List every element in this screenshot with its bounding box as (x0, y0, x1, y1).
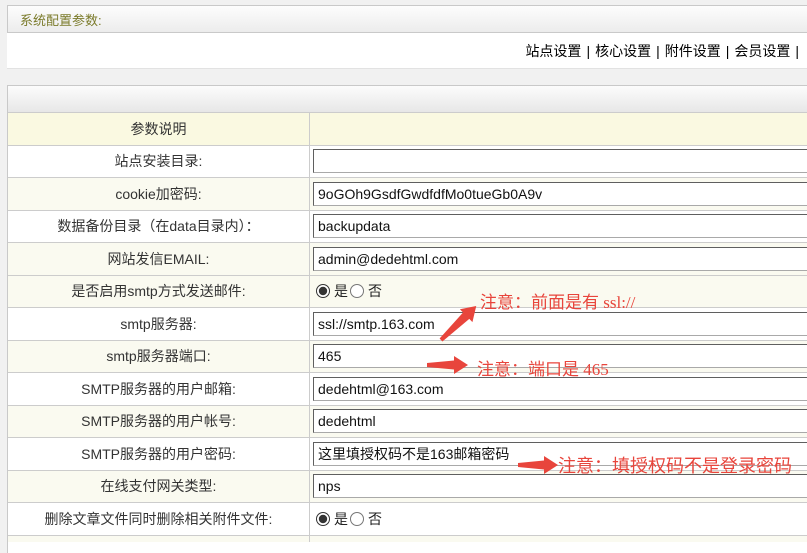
tab-core-settings[interactable]: 核心设置 (595, 41, 651, 61)
tab-separator: | (721, 43, 735, 59)
table-row-smtp-user-email: SMTP服务器的用户邮箱: (8, 373, 807, 406)
enable-smtp-radio-yes-label[interactable]: 是 (334, 281, 348, 301)
settings-tab-bar: 站点设置|核心设置|附件设置|会员设置| (7, 33, 807, 69)
delete-attachments-with-article-radio-yes-label[interactable]: 是 (334, 509, 348, 529)
smtp-user-account-input[interactable] (313, 409, 807, 433)
tab-site-settings[interactable]: 站点设置 (525, 41, 581, 61)
table-row-smtp-server: smtp服务器: (8, 308, 807, 341)
clipped-row (8, 536, 807, 542)
row-label-smtp-port: smtp服务器端口: (8, 341, 310, 374)
smtp-user-email-input[interactable] (313, 377, 807, 401)
config-table-body: 参数说明 站点安装目录:cookie加密码:数据备份目录（在data目录内）：网… (8, 113, 807, 542)
table-row-enable-smtp: 是否启用smtp方式发送邮件:是否 (8, 276, 807, 309)
backup-dir-input[interactable] (313, 214, 807, 238)
row-label-enable-smtp: 是否启用smtp方式发送邮件: (8, 276, 310, 309)
row-label-smtp-user-account: SMTP服务器的用户帐号: (8, 406, 310, 439)
table-header-label: 参数说明 (8, 113, 310, 146)
enable-smtp-radio-no-label[interactable]: 否 (368, 281, 382, 301)
table-row-payment-gateway-type: 在线支付网关类型: (8, 471, 807, 504)
table-row-smtp-port: smtp服务器端口: (8, 341, 807, 374)
row-value-smtp-user-account (310, 406, 807, 439)
enable-smtp-radio-no[interactable] (350, 284, 364, 298)
row-value-payment-gateway-type (310, 471, 807, 504)
row-label-smtp-user-email: SMTP服务器的用户邮箱: (8, 373, 310, 406)
tab-attachment-settings[interactable]: 附件设置 (665, 41, 721, 61)
row-value-delete-attachments-with-article: 是否 (310, 503, 807, 536)
page-title: 系统配置参数: (20, 10, 102, 29)
row-value-backup-dir (310, 211, 807, 244)
payment-gateway-type-input[interactable] (313, 474, 807, 498)
tab-separator: | (651, 43, 665, 59)
row-value-enable-smtp: 是否 (310, 276, 807, 309)
row-label-smtp-server: smtp服务器: (8, 308, 310, 341)
enable-smtp-radio-yes[interactable] (316, 284, 330, 298)
panel-header-strip (8, 86, 807, 113)
row-label-site-install-dir: 站点安装目录: (8, 146, 310, 179)
row-value-site-install-dir (310, 146, 807, 179)
clipped-row-value (310, 536, 807, 542)
table-header-value (310, 113, 807, 146)
delete-attachments-with-article-radio-no-label[interactable]: 否 (368, 509, 382, 529)
site-install-dir-input[interactable] (313, 149, 807, 173)
row-value-smtp-user-email (310, 373, 807, 406)
table-row-cookie-encrypt-code: cookie加密码: (8, 178, 807, 211)
table-row-smtp-user-account: SMTP服务器的用户帐号: (8, 406, 807, 439)
row-value-smtp-user-password (310, 438, 807, 471)
table-header-row: 参数说明 (8, 113, 807, 146)
clipped-row-label (8, 536, 310, 542)
tab-separator: | (581, 43, 595, 59)
row-value-smtp-server (310, 308, 807, 341)
cookie-encrypt-code-input[interactable] (313, 182, 807, 206)
table-row-smtp-user-password: SMTP服务器的用户密码: (8, 438, 807, 471)
row-label-smtp-user-password: SMTP服务器的用户密码: (8, 438, 310, 471)
site-sender-email-input[interactable] (313, 247, 807, 271)
smtp-user-password-input[interactable] (313, 442, 807, 466)
row-label-delete-attachments-with-article: 删除文章文件同时删除相关附件文件: (8, 503, 310, 536)
row-label-backup-dir: 数据备份目录（在data目录内）： (8, 211, 310, 244)
table-row-site-install-dir: 站点安装目录: (8, 146, 807, 179)
page-title-bar: 系统配置参数: (7, 5, 807, 33)
table-row-backup-dir: 数据备份目录（在data目录内）： (8, 211, 807, 244)
config-table: 参数说明 站点安装目录:cookie加密码:数据备份目录（在data目录内）：网… (8, 113, 807, 542)
row-value-smtp-port (310, 341, 807, 374)
table-row-delete-attachments-with-article: 删除文章文件同时删除相关附件文件:是否 (8, 503, 807, 536)
row-label-site-sender-email: 网站发信EMAIL: (8, 243, 310, 276)
delete-attachments-with-article-radio-yes[interactable] (316, 512, 330, 526)
row-value-cookie-encrypt-code (310, 178, 807, 211)
config-panel: 参数说明 站点安装目录:cookie加密码:数据备份目录（在data目录内）：网… (7, 85, 807, 553)
tab-member-settings[interactable]: 会员设置 (734, 41, 790, 61)
smtp-server-input[interactable] (313, 312, 807, 336)
delete-attachments-with-article-radio-no[interactable] (350, 512, 364, 526)
row-label-payment-gateway-type: 在线支付网关类型: (8, 471, 310, 504)
smtp-port-input[interactable] (313, 344, 807, 368)
tab-separator: | (790, 43, 804, 59)
table-row-site-sender-email: 网站发信EMAIL: (8, 243, 807, 276)
row-label-cookie-encrypt-code: cookie加密码: (8, 178, 310, 211)
row-value-site-sender-email (310, 243, 807, 276)
